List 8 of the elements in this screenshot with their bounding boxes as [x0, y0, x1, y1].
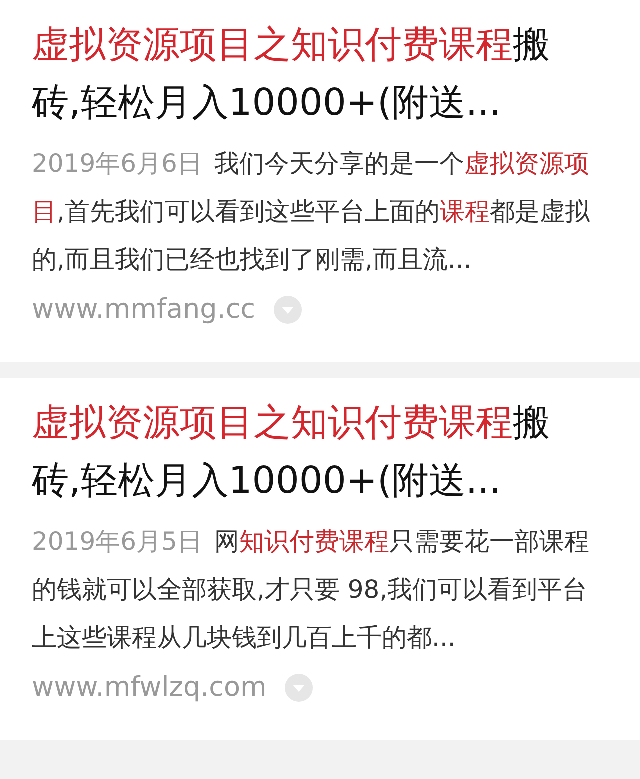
result-url: www.mfwlzq.com [32, 671, 267, 705]
result-snippet: 2019年6月6日 我们今天分享的是一个虚拟资源项目,首先我们可以看到这些平台上面的课程都是虚拟的,而且我们已经也找到了刚需,而且流... [32, 148, 591, 276]
result-title-link[interactable]: 虚拟资源项目之知识付费课程搬砖,轻松月入10000+(附送... [32, 394, 612, 510]
result-url: www.mmfang.cc [32, 293, 256, 327]
result-snippet: 2019年6月5日 网知识付费课程只需要花一部课程的钱就可以全部获取,才只要 98,我们可以看到平台上这些课程从几块钱到几百上千的都... [32, 526, 590, 654]
result-title-link[interactable]: 虚拟资源项目之知识付费课程搬砖,轻松月入10000+(附送... [32, 16, 612, 132]
dropdown-icon[interactable] [284, 674, 313, 702]
dropdown-icon[interactable] [274, 296, 302, 324]
